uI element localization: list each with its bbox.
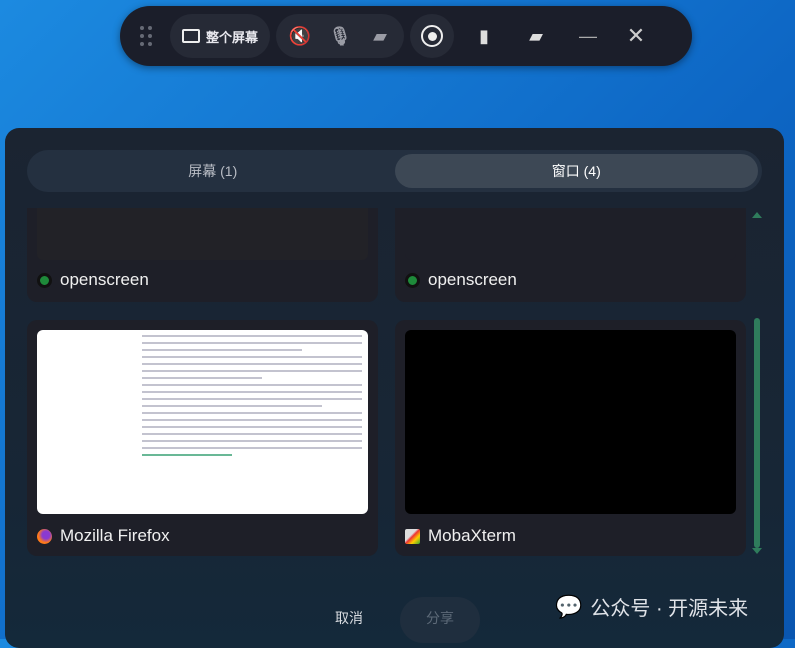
- scrollbar[interactable]: [752, 210, 762, 558]
- record-button[interactable]: [410, 14, 455, 58]
- tab-windows[interactable]: 窗口 (4): [394, 154, 758, 188]
- source-select-button[interactable]: 整个屏幕: [170, 14, 271, 58]
- window-thumbnail: [37, 330, 368, 514]
- speaker-muted-icon[interactable]: 🔇: [280, 14, 320, 58]
- recording-toolbar: 整个屏幕 🔇 🎙 ▰ ▮ ▰ — ✕: [120, 6, 692, 66]
- file-video-icon[interactable]: ▮: [464, 14, 504, 58]
- window-thumbnail: [405, 330, 736, 514]
- scroll-up-icon[interactable]: [752, 212, 762, 218]
- share-button[interactable]: 分享: [400, 597, 480, 643]
- wechat-icon: 💬: [555, 593, 583, 619]
- camera-off-icon[interactable]: ▰: [360, 14, 400, 58]
- window-card[interactable]: Mozilla Firefox: [27, 320, 378, 556]
- folder-open-icon[interactable]: ▰: [516, 14, 556, 58]
- window-card[interactable]: openscreen: [395, 208, 746, 302]
- scroll-down-icon[interactable]: [752, 548, 762, 554]
- minimize-icon[interactable]: —: [568, 14, 608, 58]
- window-card[interactable]: MobaXterm: [395, 320, 746, 556]
- mobaxterm-icon: [405, 528, 420, 544]
- close-icon[interactable]: ✕: [616, 14, 656, 58]
- window-grid: openscreen openscreen Mozilla Firefox Mo…: [27, 208, 747, 558]
- scrollbar-thumb[interactable]: [754, 318, 760, 548]
- cancel-button[interactable]: 取消: [335, 597, 363, 639]
- openscreen-icon: [37, 272, 52, 288]
- tab-screens[interactable]: 屏幕 (1): [31, 154, 395, 188]
- share-dialog: 屏幕 (1) 窗口 (4) openscreen openscreen Mozi…: [5, 128, 784, 648]
- watermark: 💬 公众号 · 开源未来: [555, 593, 749, 621]
- openscreen-icon: [405, 272, 420, 288]
- record-icon: [421, 25, 444, 47]
- window-card[interactable]: openscreen: [27, 208, 378, 302]
- monitor-icon: [182, 29, 200, 43]
- source-tabs: 屏幕 (1) 窗口 (4): [27, 150, 762, 192]
- mic-muted-icon[interactable]: 🎙: [320, 14, 360, 58]
- drag-handle-icon[interactable]: [140, 26, 160, 46]
- window-thumbnail: [405, 208, 736, 260]
- window-thumbnail: [37, 208, 368, 260]
- firefox-icon: [37, 528, 52, 544]
